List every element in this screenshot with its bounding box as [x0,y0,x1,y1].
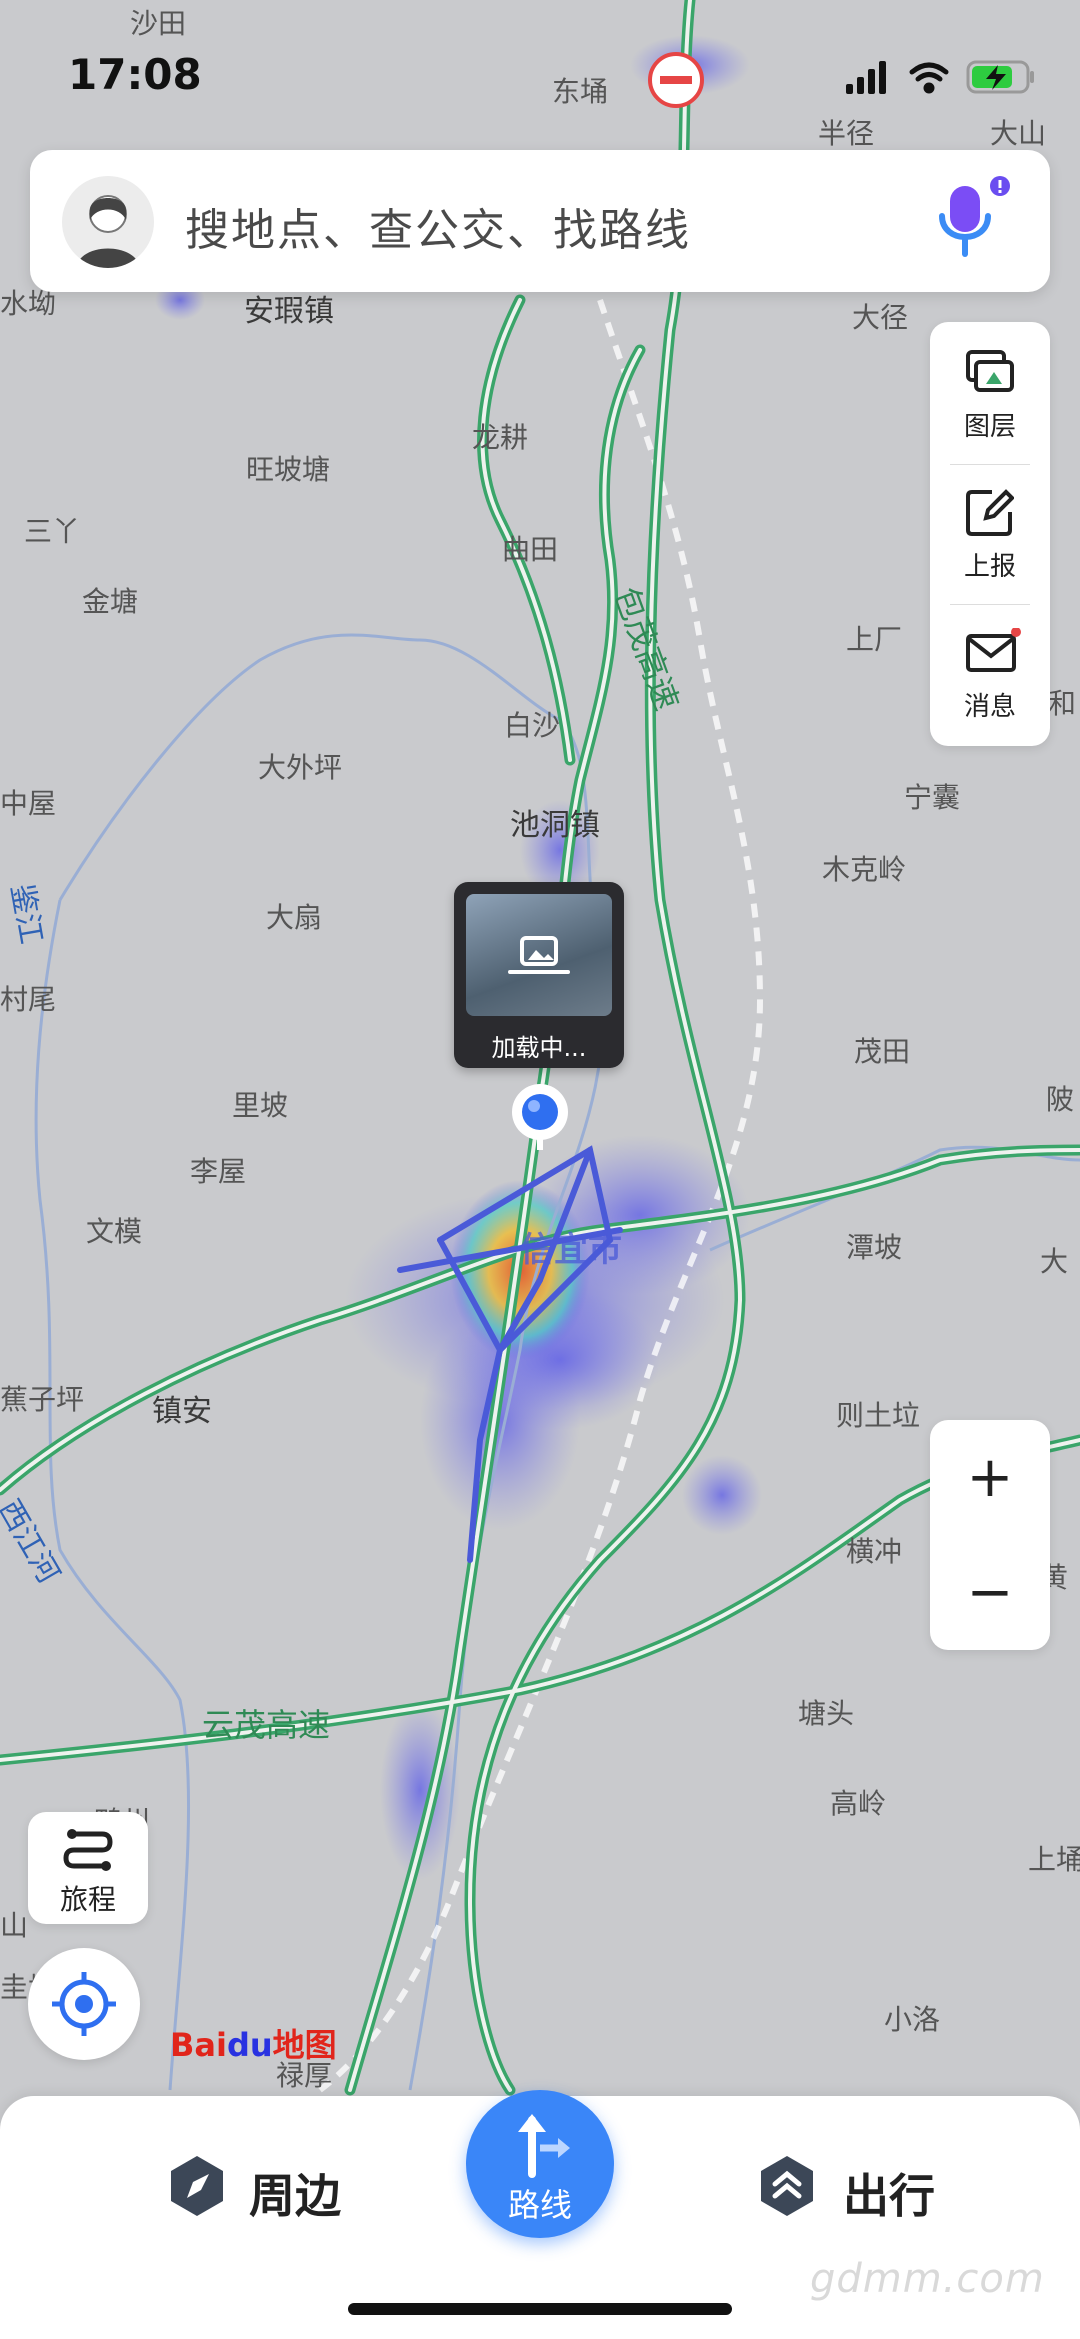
map-label-place[interactable]: 中屋 [0,782,56,822]
map-canvas[interactable] [0,0,1080,2339]
status-bar: 17:08 [0,0,1080,140]
map-label-place[interactable]: 大外坪 [258,746,342,786]
map-label-place[interactable]: 塘头 [798,1692,854,1732]
map-label-place[interactable]: 上厂 [846,618,902,658]
map-label-place[interactable]: 三丫 [24,510,80,550]
layers-icon [966,350,1014,392]
route-arrow-icon [518,2114,570,2178]
map-label-place[interactable]: 曲田 [502,528,558,568]
layers-label: 图层 [963,412,1016,442]
map-label-place[interactable]: 木克岭 [822,848,906,888]
map-label-place[interactable]: 蕉子坪 [0,1378,84,1418]
map-label-place[interactable]: 里坡 [232,1084,288,1124]
messages-label: 消息 [963,692,1016,722]
map-label-place[interactable]: 李屋 [190,1150,246,1190]
map-label-road[interactable]: 云茂高速 [202,1700,330,1746]
go-button[interactable]: 出行 [755,2148,955,2228]
map-label-place[interactable]: 上埇 [1028,1838,1080,1878]
map-side-toolbar: 图层 上报 消息 [930,322,1050,746]
nearby-button[interactable]: 周边 [165,2148,365,2228]
baidu-map-logo: Baidu地图 [170,2020,337,2066]
home-indicator[interactable] [348,2303,732,2315]
map-label-place[interactable]: 大扇 [266,896,322,936]
battery-charging-icon [966,60,1034,94]
status-icons [846,60,1034,94]
voice-mic-icon[interactable] [920,176,1010,266]
avatar[interactable] [62,176,154,268]
trip-button[interactable]: 旅程 [28,1812,148,1924]
map-label-town[interactable]: 镇安 [152,1386,212,1430]
report-button[interactable]: 上报 [930,462,1050,592]
report-label: 上报 [963,552,1016,582]
map-label-place[interactable]: 和 [1048,682,1076,722]
mail-icon [966,628,1021,672]
search-input[interactable]: 搜地点、查公交、找路线 [185,194,691,258]
map-label-town[interactable]: 信宜市 [520,1222,622,1271]
messages-button[interactable]: 消息 [930,602,1050,732]
map-label-town[interactable]: 池洞镇 [510,800,600,844]
trip-label: 旅程 [59,1883,116,1916]
logo-text-a: Bai [170,2026,227,2064]
map-label-place[interactable]: 金塘 [82,580,138,620]
map-label-place[interactable]: 陂 [1046,1078,1074,1118]
compass-icon [171,2156,223,2216]
search-bar[interactable]: 搜地点、查公交、找路线 [30,150,1050,292]
map-label-place[interactable]: 山 [0,1904,28,1944]
map-label-place[interactable]: 小洛 [884,1998,940,2038]
zoom-control: + − [930,1420,1050,1650]
zoom-in-button[interactable]: + [930,1420,1050,1535]
map-label-place[interactable]: 村尾 [0,978,56,1018]
report-edit-icon [966,489,1014,536]
layers-button[interactable]: 图层 [930,322,1050,452]
cellular-signal-icon [846,61,886,94]
watermark: gdmm.com [810,2256,1045,2302]
route-label: 路线 [507,2186,572,2224]
map-label-place[interactable]: 白沙 [504,704,560,744]
map-label-place[interactable]: 茂田 [854,1030,910,1070]
nearby-label: 周边 [249,2169,341,2223]
user-avatar-icon [76,195,140,268]
image-placeholder-icon [508,936,570,974]
photo-placeholder [466,894,612,1016]
map-label-place[interactable]: 高岭 [830,1782,886,1822]
map-label-place[interactable]: 大径 [852,296,908,336]
map-label-place[interactable]: 横冲 [846,1530,902,1570]
map-label-place[interactable]: 则土垃 [836,1394,920,1434]
map-label-place[interactable]: 大 [1040,1240,1068,1280]
wifi-icon [909,62,949,94]
logo-text-b: du [226,2026,273,2064]
map-label-place[interactable]: 宁囊 [904,776,960,816]
zoom-out-button[interactable]: − [930,1535,1050,1650]
map-label-place[interactable]: 潭坡 [846,1226,902,1266]
poi-photo-card[interactable]: 加载中... [454,882,624,1068]
map-label-place[interactable]: 旺坡塘 [246,448,330,488]
route-button[interactable]: 路线 [466,2090,614,2238]
trip-route-icon [63,1829,113,1871]
status-time: 17:08 [68,50,202,99]
go-label: 出行 [843,2169,935,2223]
locate-me-button[interactable] [28,1948,140,2060]
logo-text-c: 地图 [272,2026,337,2064]
locate-crosshair-icon [52,1972,116,2036]
map-label-place[interactable]: 文模 [86,1210,142,1250]
double-chevron-up-icon [761,2156,813,2216]
map-label-town[interactable]: 安瑕镇 [244,286,334,330]
map-label-place[interactable]: 龙耕 [472,416,528,456]
loading-label: 加载中... [491,1034,587,1062]
